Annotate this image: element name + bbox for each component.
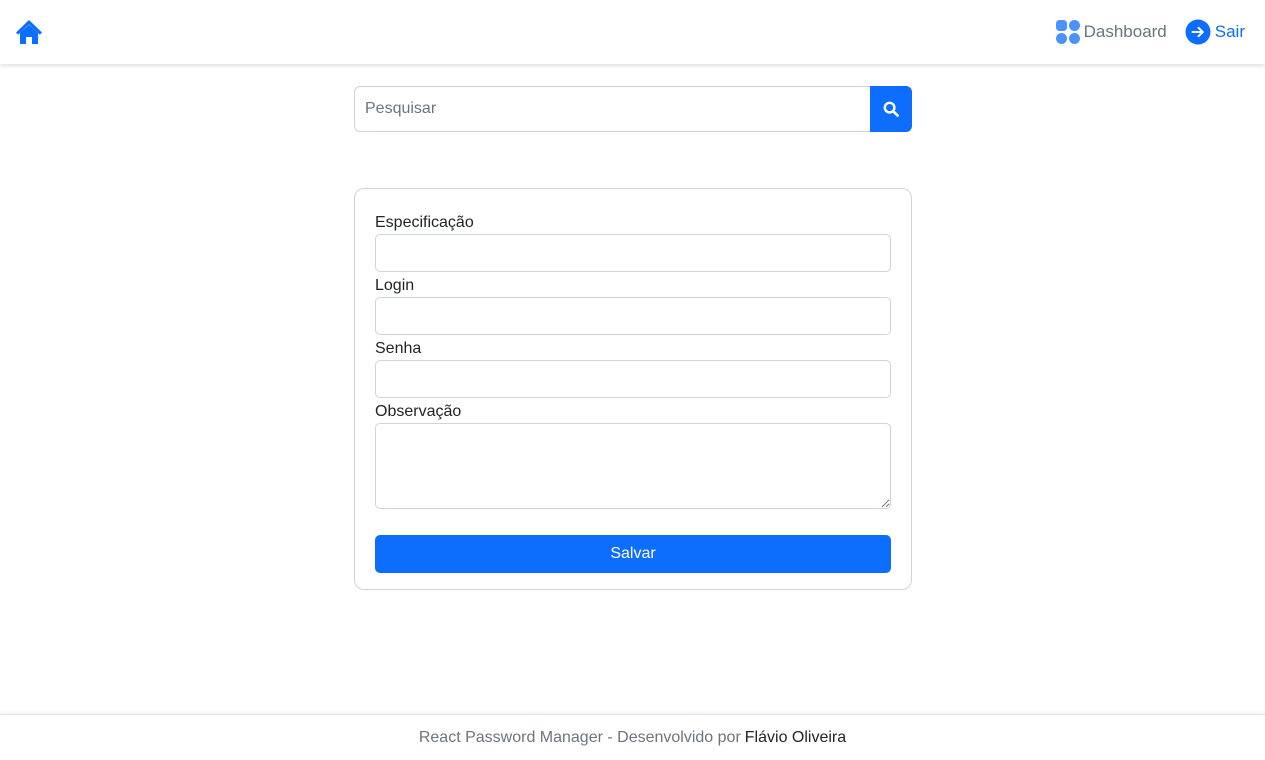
house-icon [16, 20, 42, 44]
footer-text: React Password Manager - Desenvolvido po… [418, 728, 741, 746]
dashboard-label: Dashboard [1083, 22, 1167, 41]
home-link[interactable] [14, 17, 44, 47]
author-link[interactable]: Flávio Oliveira [745, 729, 846, 747]
arrow-right-circle-icon [1185, 19, 1211, 45]
senha-input[interactable] [375, 360, 891, 398]
especificacao-input[interactable] [375, 234, 891, 272]
footer: React Password Manager - Desenvolvido po… [0, 714, 1265, 760]
dashboard-link[interactable]: Dashboard [1055, 20, 1167, 44]
login-input[interactable] [375, 297, 891, 335]
search-icon [883, 101, 899, 117]
nav-right: Dashboard Sair [1055, 19, 1251, 45]
search-bar [354, 86, 912, 132]
observacao-label: Observação [375, 403, 462, 420]
save-button[interactable]: Salvar [375, 535, 891, 573]
navbar: Dashboard Sair [0, 0, 1265, 64]
logout-link[interactable]: Sair [1185, 19, 1245, 45]
login-label: Login [375, 277, 415, 294]
grid-icon [1055, 20, 1080, 44]
logout-label: Sair [1214, 22, 1245, 41]
password-form: Especificação Login Senha Observação Sal… [354, 188, 912, 590]
search-button[interactable] [870, 86, 912, 132]
especificacao-label: Especificação [375, 214, 474, 231]
observacao-textarea[interactable] [375, 423, 891, 509]
search-input[interactable] [354, 86, 870, 132]
senha-label: Senha [375, 340, 422, 357]
